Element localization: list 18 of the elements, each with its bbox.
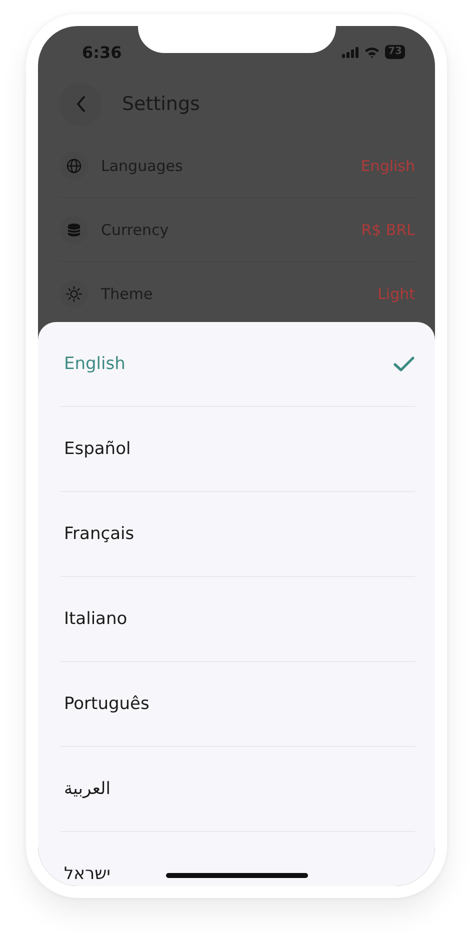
wifi-icon [364, 46, 380, 58]
checkmark-icon [393, 356, 415, 372]
setting-value: English [360, 156, 415, 174]
language-option[interactable]: Français [60, 492, 415, 577]
status-time: 6:36 [82, 42, 122, 62]
globe-icon [66, 158, 82, 174]
signal-icon [342, 46, 360, 58]
language-option[interactable]: English [60, 322, 415, 407]
setting-value: R$ BRL [361, 220, 415, 238]
setting-value: Light [378, 284, 415, 302]
coins-icon [66, 222, 82, 238]
battery-icon: 73 [385, 45, 405, 59]
sun-icon [66, 286, 82, 302]
language-option[interactable]: Italiano [60, 577, 415, 662]
language-option[interactable]: Español [60, 407, 415, 492]
language-option[interactable]: العربية [60, 747, 415, 832]
chevron-left-icon [76, 96, 86, 112]
language-option[interactable]: Português [60, 662, 415, 747]
